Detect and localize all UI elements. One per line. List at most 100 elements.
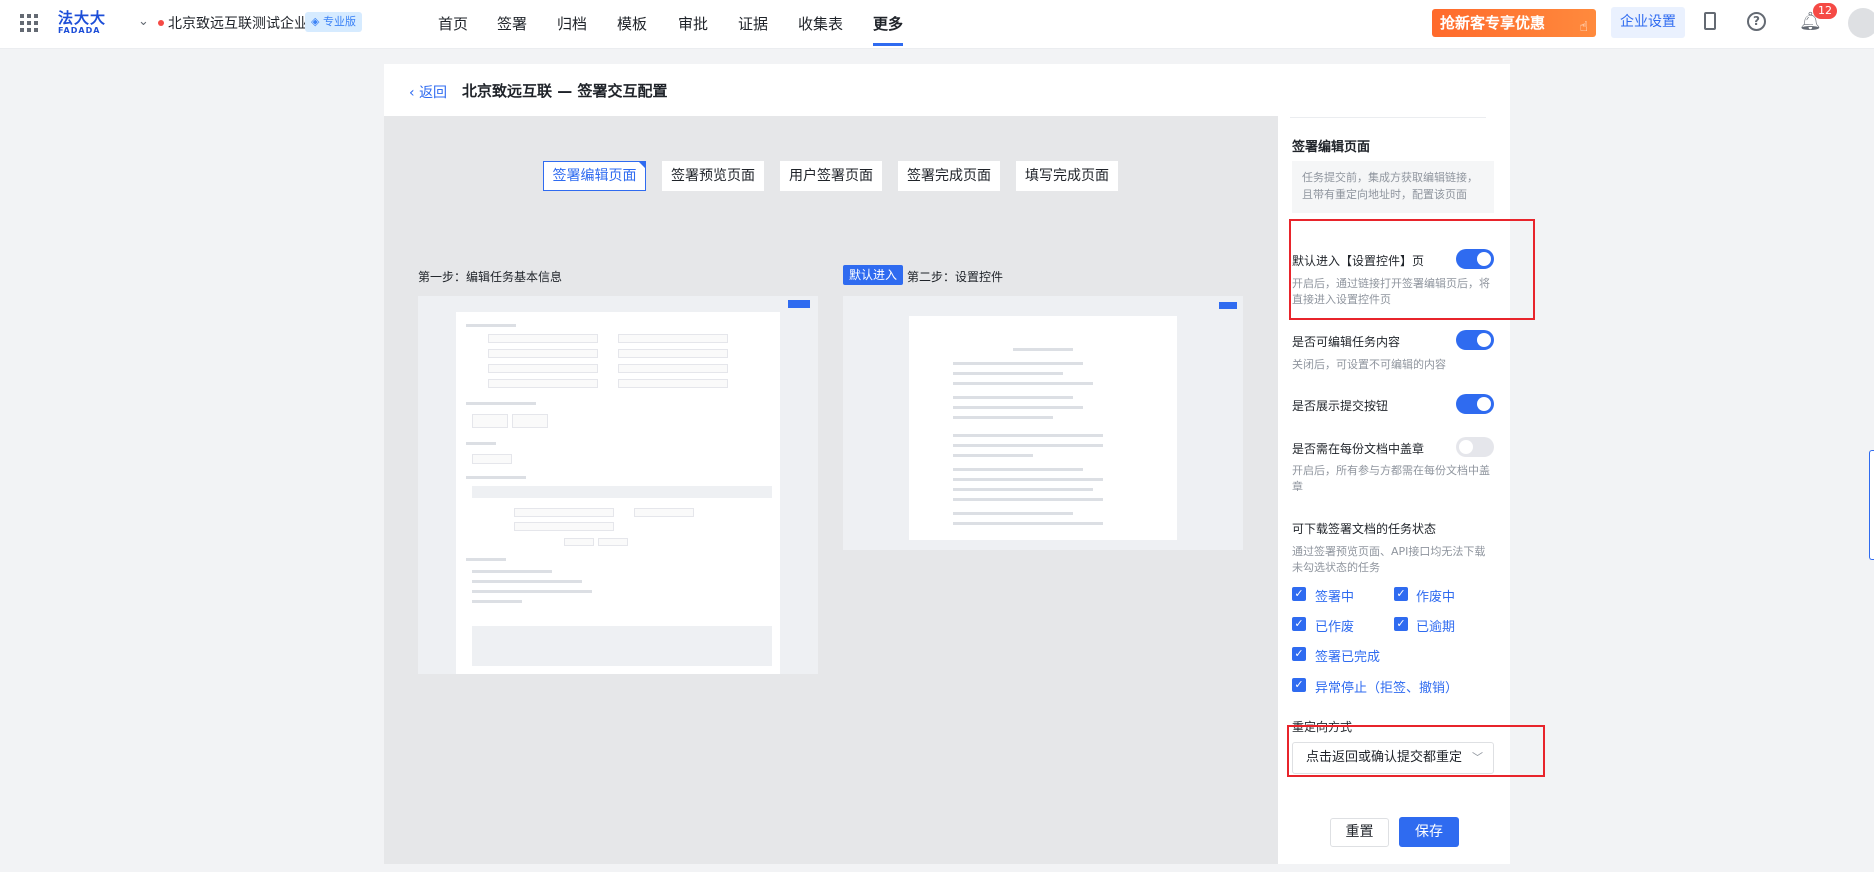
brand-logo[interactable]: 法大大 FADADA bbox=[58, 10, 110, 38]
thumb-field bbox=[472, 454, 512, 464]
tab-sign-complete[interactable]: 签署完成页面 bbox=[898, 161, 1000, 191]
thumb-field bbox=[564, 538, 594, 546]
edition-label: 专业版 bbox=[322, 15, 356, 28]
step2-thumbnail bbox=[843, 296, 1243, 550]
thumb-field bbox=[488, 379, 598, 388]
back-link[interactable]: ‹ 返回 bbox=[409, 82, 447, 102]
panel-title: 签署编辑页面 bbox=[1292, 140, 1371, 155]
mobile-icon[interactable] bbox=[1704, 12, 1716, 30]
thumb-next-button bbox=[788, 300, 810, 308]
nav-home[interactable]: 首页 bbox=[438, 13, 468, 34]
nav-evidence[interactable]: 证据 bbox=[738, 13, 768, 34]
nav-sign[interactable]: 签署 bbox=[497, 13, 527, 34]
option-stamp-each-doc-label: 是否需在每份文档中盖章 bbox=[1292, 442, 1425, 456]
side-drawer-handle[interactable] bbox=[1869, 450, 1874, 560]
thumb-line bbox=[953, 478, 1103, 481]
nav-collect-form[interactable]: 收集表 bbox=[798, 13, 843, 34]
thumb-toolbar bbox=[843, 296, 1243, 316]
promo-banner[interactable]: 抢新客专享优惠 ☝ bbox=[1432, 9, 1596, 37]
enterprise-settings-button[interactable]: 企业设置 bbox=[1611, 7, 1685, 38]
save-button[interactable]: 保存 bbox=[1399, 817, 1459, 847]
thumb-footer bbox=[843, 540, 1243, 550]
tab-fill-complete[interactable]: 填写完成页面 bbox=[1016, 161, 1118, 191]
logo-text-cn: 法大大 bbox=[58, 9, 107, 27]
chevron-down-icon[interactable]: ⌄ bbox=[138, 14, 149, 29]
thumb-line bbox=[466, 402, 536, 405]
toggle-stamp-each-doc[interactable] bbox=[1456, 437, 1494, 457]
option-submit-button-label: 是否展示提交按钮 bbox=[1292, 399, 1389, 413]
thumb-line bbox=[953, 372, 1063, 375]
org-switcher[interactable]: 北京致远互联测试企业 bbox=[168, 13, 308, 33]
thumb-line bbox=[466, 558, 506, 561]
app-grid-icon[interactable] bbox=[20, 14, 38, 32]
thumb-field bbox=[598, 538, 628, 546]
thumb-line bbox=[953, 416, 1053, 419]
toggle-submit-button[interactable] bbox=[1456, 394, 1494, 414]
checkbox-expired-label[interactable]: 已逾期 bbox=[1416, 616, 1455, 635]
thumb-line bbox=[953, 444, 1103, 447]
thumb-field bbox=[618, 334, 728, 343]
thumb-line bbox=[472, 600, 522, 603]
thumb-line bbox=[953, 454, 1033, 457]
help-icon[interactable]: ? bbox=[1747, 12, 1766, 31]
checkbox-signed-complete-label[interactable]: 签署已完成 bbox=[1315, 646, 1380, 665]
avatar[interactable] bbox=[1848, 8, 1874, 38]
checkbox-abnormal-stop-label[interactable]: 异常停止（拒签、撤销） bbox=[1315, 677, 1458, 696]
thumb-field bbox=[618, 379, 728, 388]
checkbox-voiding-label[interactable]: 作废中 bbox=[1416, 586, 1455, 605]
thumb-field bbox=[472, 414, 508, 428]
top-navbar: 法大大 FADADA ⌄ 北京致远互联测试企业 ◈ 专业版 首页 签署 归档 模… bbox=[0, 0, 1874, 49]
checkbox-signing-label[interactable]: 签署中 bbox=[1315, 586, 1354, 605]
nav-active-indicator bbox=[873, 43, 903, 46]
tab-sign-preview[interactable]: 签署预览页面 bbox=[662, 161, 764, 191]
checkbox-signing[interactable]: ✓ bbox=[1292, 587, 1306, 601]
checkbox-signed-complete[interactable]: ✓ bbox=[1292, 647, 1306, 661]
nav-approval[interactable]: 审批 bbox=[678, 13, 708, 34]
thumb-line bbox=[953, 406, 1083, 409]
option-stamp-each-doc-desc: 开启后，所有参与方都需在每份文档中盖章 bbox=[1292, 464, 1490, 493]
highlight-box bbox=[1289, 219, 1535, 320]
tab-sign-edit[interactable]: 签署编辑页面 bbox=[543, 161, 646, 191]
checkbox-voiding[interactable]: ✓ bbox=[1394, 587, 1408, 601]
nav-template[interactable]: 模板 bbox=[617, 13, 647, 34]
checkbox-voided[interactable]: ✓ bbox=[1292, 617, 1306, 631]
thumb-line bbox=[953, 362, 1083, 365]
thumb-right-gutter bbox=[780, 312, 818, 674]
edition-badge: ◈ 专业版 bbox=[305, 12, 362, 32]
thumb-line bbox=[953, 468, 1083, 471]
step2-label: 第二步：设置控件 bbox=[907, 270, 1004, 284]
page-title: 北京致远互联 — 签署交互配置 bbox=[462, 82, 668, 100]
notification-count-badge: 12 bbox=[1813, 3, 1837, 19]
checkbox-voided-label[interactable]: 已作废 bbox=[1315, 616, 1354, 635]
highlight-box bbox=[1287, 725, 1545, 777]
thumb-line bbox=[953, 434, 1103, 437]
thumb-line bbox=[466, 476, 526, 479]
thumb-control-list bbox=[843, 316, 909, 550]
thumb-field bbox=[618, 349, 728, 358]
thumb-line bbox=[466, 324, 516, 327]
toggle-editable[interactable] bbox=[1456, 330, 1494, 350]
thumb-field bbox=[634, 508, 694, 517]
checkbox-abnormal-stop[interactable]: ✓ bbox=[1292, 678, 1306, 692]
option-editable-label: 是否可编辑任务内容 bbox=[1292, 335, 1401, 349]
divider bbox=[1290, 117, 1486, 118]
thumb-field bbox=[514, 508, 614, 517]
step1-label: 第一步：编辑任务基本信息 bbox=[418, 270, 563, 284]
thumb-field bbox=[488, 364, 598, 373]
promo-label: 抢新客专享优惠 bbox=[1440, 14, 1546, 32]
step1-thumbnail bbox=[418, 296, 818, 674]
thumb-field bbox=[512, 414, 548, 428]
tab-label: 签署编辑页面 bbox=[552, 168, 637, 184]
reset-button[interactable]: 重置 bbox=[1330, 818, 1389, 847]
thumb-line bbox=[953, 512, 1073, 515]
checkbox-expired[interactable]: ✓ bbox=[1394, 617, 1408, 631]
thumb-header bbox=[418, 296, 818, 312]
nav-archive[interactable]: 归档 bbox=[557, 13, 587, 34]
nav-more[interactable]: 更多 bbox=[873, 13, 903, 34]
thumb-notes-box bbox=[472, 626, 772, 666]
thumb-line bbox=[472, 580, 582, 583]
status-dot-icon bbox=[158, 20, 164, 26]
tab-user-sign[interactable]: 用户签署页面 bbox=[780, 161, 882, 191]
thumb-field bbox=[514, 522, 614, 531]
thumb-line bbox=[953, 382, 1093, 385]
